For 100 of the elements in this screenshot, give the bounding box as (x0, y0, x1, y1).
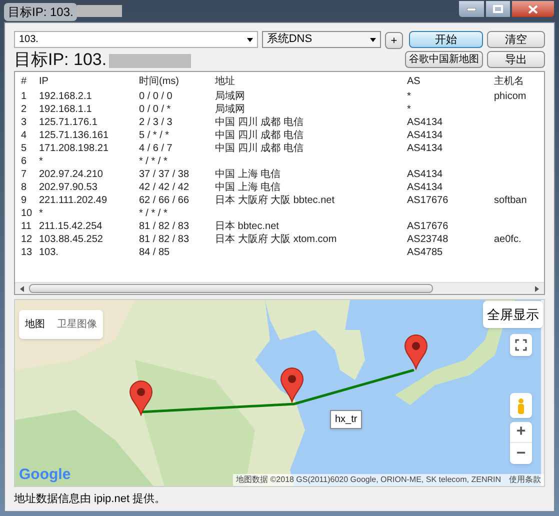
table-cell-text: AS4134 (407, 168, 444, 181)
table-cell-text: AS17676 (407, 194, 450, 207)
table-cell-text: ae0fc. (494, 233, 522, 246)
close-icon (528, 4, 538, 14)
map-marker-icon[interactable] (129, 380, 153, 416)
table-cell-text: phicom (494, 90, 528, 103)
table-cell-text: 42 / 42 / 42 (139, 181, 190, 194)
table-cell-text: 5 (20, 142, 28, 155)
table-cell-text: 5 / * / * (139, 129, 170, 142)
table-cell-text: 192.168.1.1 (39, 103, 93, 116)
table-cell-text: 202.97.24.210 (39, 168, 104, 181)
column-header[interactable]: 地址 (215, 74, 407, 88)
table-cell-text: 125.71.136.161 (39, 129, 110, 142)
table-cell-text: AS23748 (407, 233, 450, 246)
toolbar-button[interactable]: 导出 (487, 51, 545, 68)
table-cell-text: 171.208.198.21 (39, 142, 110, 155)
map-type-tab[interactable]: 卫星图像 (57, 317, 97, 332)
table-cell-text: 13 (20, 246, 34, 259)
table-cell-text: 局域网 (215, 90, 246, 103)
table-cell-text: 84 / 85 (139, 246, 171, 259)
table-cell-text: 9 (20, 194, 28, 207)
table-cell-text: 中国 四川 成都 电信 (215, 116, 304, 129)
table-cell-text: AS17676 (407, 220, 450, 233)
toolbar-button[interactable]: 清空 (487, 31, 545, 48)
table-cell-text: 7 (20, 168, 28, 181)
dropdown-icon (246, 38, 253, 42)
scrollbar-thumb[interactable] (29, 284, 433, 293)
zoom-out-button[interactable]: − (510, 443, 532, 464)
table-cell-text: 103.88.45.252 (39, 233, 104, 246)
table-cell-text: AS4134 (407, 129, 444, 142)
table-cell-text: 日本 bbtec.net (215, 220, 280, 233)
table-cell-text: 2 (20, 103, 28, 116)
footer-note: 地址数据信息由 ipip.net 提供。 (14, 492, 167, 507)
redaction-bar (77, 5, 122, 17)
map-marker-icon[interactable] (404, 334, 428, 370)
table-cell-text: 中国 四川 成都 电信 (215, 142, 304, 155)
table-cell-text: 221.111.202.49 (39, 194, 108, 207)
table-cell-text: 0 / 0 / * (139, 103, 172, 116)
table-cell-text: * / * / * (139, 155, 168, 168)
target-ip-label: 目标IP: 103. (14, 50, 107, 70)
toolbar-button[interactable]: 开始 (409, 31, 483, 48)
table-cell-text: 211.15.42.254 (39, 220, 104, 233)
tooltip: hx_tr (330, 410, 362, 429)
table-cell-text: 192.168.2.1 (39, 90, 93, 103)
toolbar-button[interactable]: + (385, 32, 403, 48)
table-cell-text: 中国 上海 电信 (215, 181, 282, 194)
map-marker-icon[interactable] (280, 367, 304, 403)
table-cell-text: AS4785 (407, 246, 444, 259)
target-combo[interactable]: 103. (14, 31, 258, 48)
toolbar-button[interactable]: 谷歌中国新地图 (405, 51, 483, 68)
table-cell-text: 日本 大阪府 大阪 bbtec.net (215, 194, 336, 207)
table-cell-text: AS4134 (407, 116, 444, 129)
table-cell-text: 103. (39, 246, 60, 259)
zoom-in-button[interactable]: + (510, 422, 532, 443)
maximize-button[interactable] (485, 0, 511, 18)
google-logo: Google (19, 465, 71, 485)
table-cell-text: 0 / 0 / 0 (139, 90, 174, 103)
map-type-tab[interactable]: 地图 (25, 317, 45, 332)
dns-select[interactable]: 系统DNS (262, 31, 381, 48)
table-cell-text: * (39, 207, 44, 220)
table-cell-text: 3 (20, 116, 28, 129)
column-header[interactable]: AS (407, 74, 494, 88)
person-icon (517, 398, 525, 414)
map-attribution: 地图数据 ©2018 GS(2011)6020 Google, ORION-ME, SK telecom, ZENRIN (236, 474, 501, 486)
scroll-right-icon (533, 284, 541, 292)
table-cell-text: * / * / * (139, 207, 168, 220)
table-cell-text: 10 (20, 207, 34, 220)
fullscreen-button[interactable]: 全屏显示 (483, 301, 543, 328)
table-cell-text: 8 (20, 181, 28, 194)
table-cell-text: 4 / 6 / 7 (139, 142, 174, 155)
horizontal-scrollbar[interactable] (15, 282, 544, 294)
table-cell-text: * (39, 155, 44, 168)
table-cell-text: AS4134 (407, 181, 444, 194)
table-cell-text: 81 / 82 / 83 (139, 233, 190, 246)
table-cell-text: 37 / 37 / 38 (139, 168, 190, 181)
column-header[interactable]: 主机名 (494, 74, 542, 88)
table-cell-text: AS4134 (407, 142, 444, 155)
fullscreen-toggle[interactable] (510, 334, 532, 356)
terms-link[interactable]: 使用条款 (509, 474, 541, 486)
column-header[interactable]: # (15, 74, 39, 88)
table-cell-text: 局域网 (215, 103, 246, 116)
table-cell-text: 125.71.176.1 (39, 116, 98, 129)
window-title: 目标IP: 103. (4, 3, 78, 21)
fullscreen-icon (515, 339, 527, 351)
minimize-icon (467, 8, 476, 10)
table-cell-text: 中国 四川 成都 电信 (215, 129, 304, 142)
table-cell-text: 2 / 3 / 3 (139, 116, 174, 129)
close-button[interactable] (511, 0, 555, 18)
column-header[interactable]: 时间(ms) (139, 74, 215, 88)
minimize-button[interactable] (458, 0, 485, 18)
table-cell-text: 6 (20, 155, 28, 168)
table-cell-text: 11 (20, 220, 32, 233)
table-cell-text: 202.97.90.53 (39, 181, 98, 194)
table-cell-text: 日本 大阪府 大阪 xtom.com (215, 233, 338, 246)
table-cell-text: 4 (20, 129, 28, 142)
scroll-left-icon (18, 284, 26, 292)
table-cell-text: softban (494, 194, 528, 207)
table-cell-text: 81 / 82 / 83 (139, 220, 190, 233)
column-header[interactable]: IP (39, 74, 139, 88)
table-cell-text: 62 / 66 / 66 (139, 194, 190, 207)
